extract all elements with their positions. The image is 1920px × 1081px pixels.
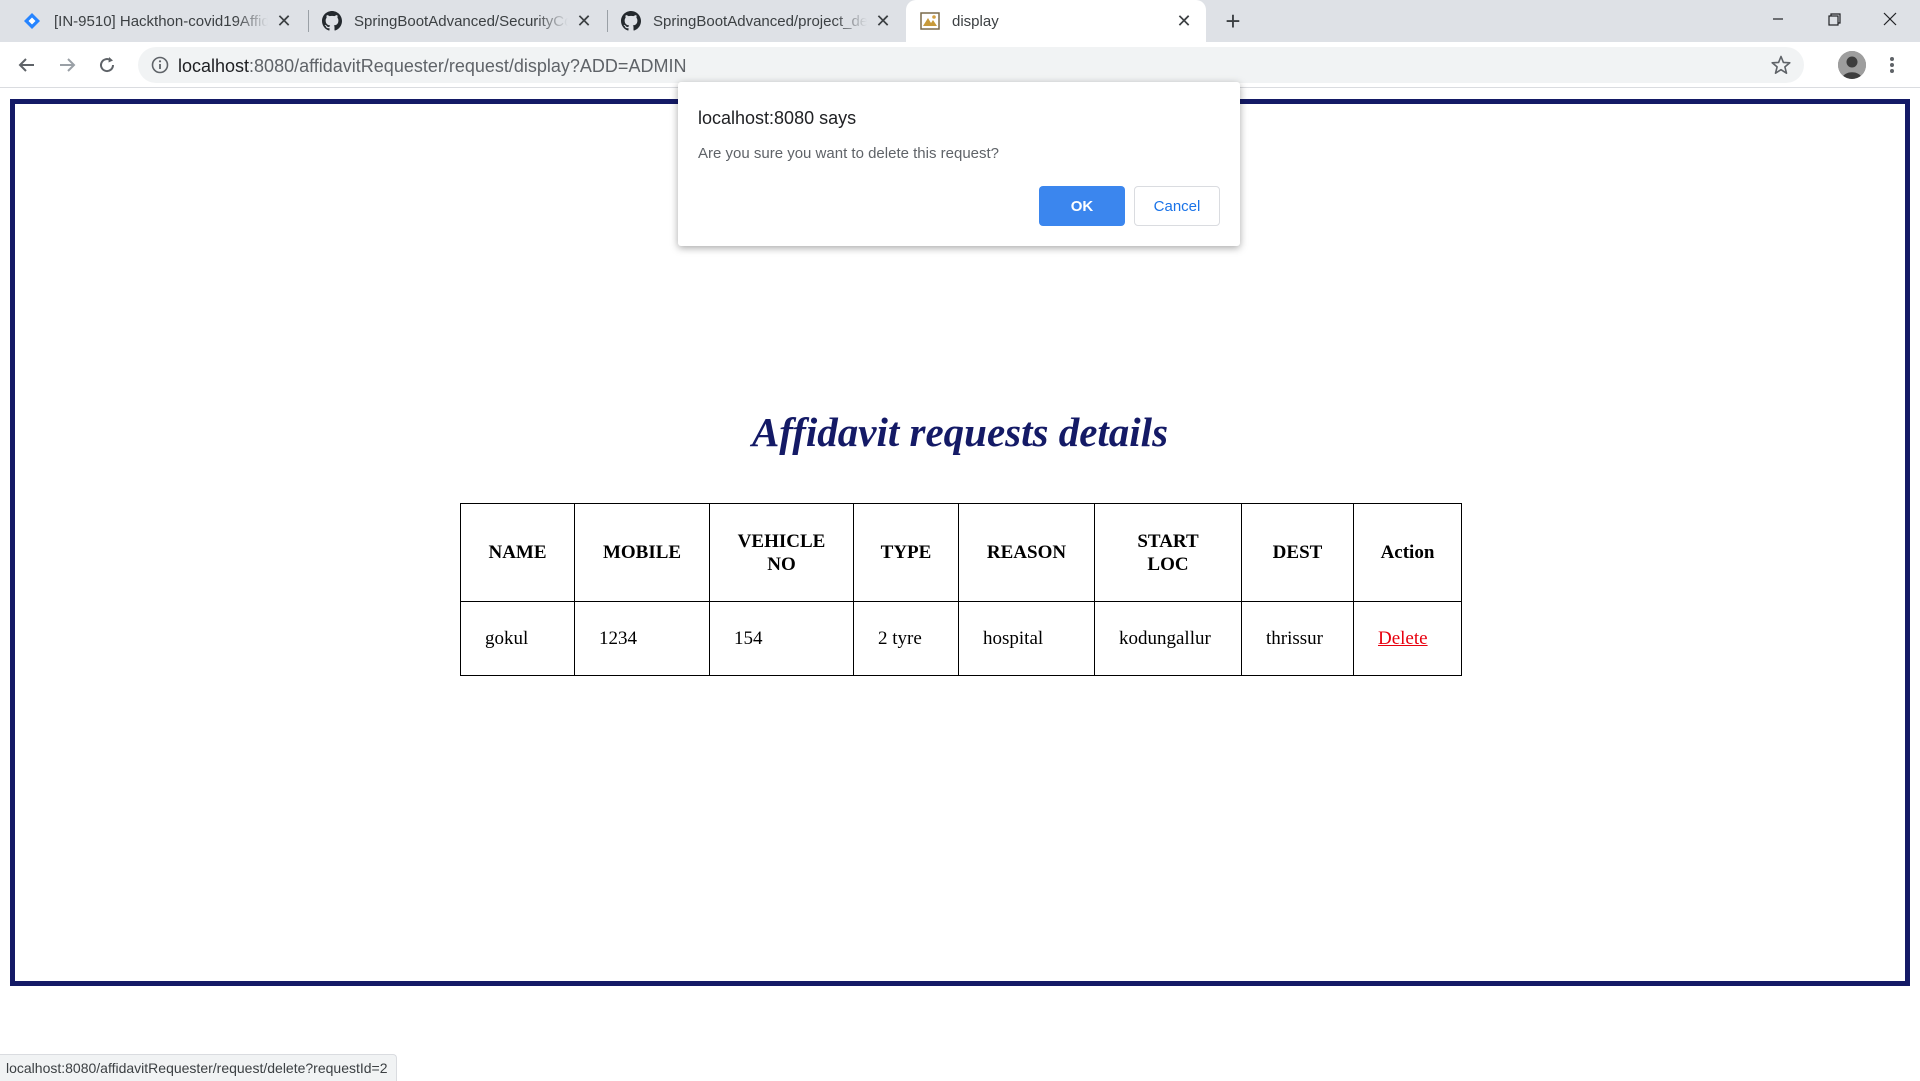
confirm-dialog: localhost:8080 says Are you sure you wan… <box>678 82 1240 246</box>
cancel-button[interactable]: Cancel <box>1134 186 1220 226</box>
page-favicon-icon <box>920 11 940 31</box>
tab-github-security-config[interactable]: SpringBootAdvanced/SecurityConfig ✕ <box>308 0 606 42</box>
close-tab-icon[interactable]: ✕ <box>274 11 294 31</box>
minimize-window-button[interactable] <box>1750 0 1806 38</box>
dialog-message: Are you sure you want to delete this req… <box>698 145 1000 162</box>
ok-button[interactable]: OK <box>1039 186 1125 226</box>
tab-title: display <box>952 12 999 30</box>
more-vertical-icon <box>1890 57 1894 73</box>
tab-display[interactable]: display ✕ <box>906 0 1206 42</box>
cell-vehicle-no: 154 <box>709 601 854 676</box>
url-host: localhost <box>178 56 250 76</box>
restore-window-button[interactable] <box>1806 0 1862 38</box>
profile-avatar[interactable] <box>1838 51 1866 79</box>
url-text: localhost:8080/affidavitRequester/reques… <box>178 56 686 77</box>
table-header-row: NAME MOBILE VEHICLE NO TYPE REASON START… <box>460 503 1462 602</box>
table-row: gokul 1234 154 2 tyre hospital kodungall… <box>460 601 1462 676</box>
browser-menu-button[interactable] <box>1878 51 1906 79</box>
cell-reason: hospital <box>958 601 1095 676</box>
column-header-start-loc: START LOC <box>1094 503 1242 602</box>
github-icon <box>322 11 342 31</box>
back-arrow-icon <box>18 58 34 72</box>
column-header-dest: DEST <box>1241 503 1354 602</box>
close-tab-icon[interactable]: ✕ <box>1174 11 1194 31</box>
cell-action: Delete <box>1353 601 1462 676</box>
user-avatar-icon <box>1838 51 1866 79</box>
cell-mobile: 1234 <box>574 601 710 676</box>
address-bar[interactable]: localhost:8080/affidavitRequester/reques… <box>138 47 1804 83</box>
close-window-button[interactable] <box>1862 0 1918 38</box>
browser-tab-strip: [IN-9510] Hackthon-covid19Affidavit ✕ Sp… <box>0 0 1920 42</box>
dialog-title: localhost:8080 says <box>698 108 857 128</box>
tab-github-project-details[interactable]: SpringBootAdvanced/project_details ✕ <box>607 0 905 42</box>
reload-icon <box>100 57 115 73</box>
close-tab-icon[interactable]: ✕ <box>574 11 594 31</box>
tab-jira-ticket[interactable]: [IN-9510] Hackthon-covid19Affidavit ✕ <box>0 0 306 42</box>
url-path: :8080/affidavitRequester/request/display… <box>249 56 687 76</box>
bookmark-star-icon[interactable] <box>1770 54 1792 76</box>
delete-link[interactable]: Delete <box>1378 628 1428 649</box>
cell-dest: thrissur <box>1241 601 1354 676</box>
link-status-bubble: localhost:8080/affidavitRequester/reques… <box>0 1054 397 1081</box>
column-header-name: NAME <box>460 503 575 602</box>
forward-button[interactable] <box>50 48 84 82</box>
cell-start-loc: kodungallur <box>1094 601 1242 676</box>
reload-button[interactable] <box>90 48 124 82</box>
tab-title: [IN-9510] Hackthon-covid19Affidavit <box>54 12 268 30</box>
forward-arrow-icon <box>60 58 76 72</box>
tab-title: SpringBootAdvanced/project_details <box>653 12 867 30</box>
requests-table: NAME MOBILE VEHICLE NO TYPE REASON START… <box>460 503 1462 676</box>
column-header-mobile: MOBILE <box>574 503 710 602</box>
page-heading: Affidavit requests details <box>751 409 1169 455</box>
jira-diamond-icon <box>22 11 42 31</box>
close-tab-icon[interactable]: ✕ <box>873 11 893 31</box>
cell-type: 2 tyre <box>853 601 959 676</box>
column-header-type: TYPE <box>853 503 959 602</box>
back-button[interactable] <box>10 48 44 82</box>
github-icon <box>621 11 641 31</box>
tab-title: SpringBootAdvanced/SecurityConfig <box>354 12 568 30</box>
site-info-icon[interactable] <box>150 55 170 75</box>
column-header-action: Action <box>1353 503 1462 602</box>
column-header-reason: REASON <box>958 503 1095 602</box>
new-tab-button[interactable]: + <box>1218 6 1248 36</box>
cell-name: gokul <box>460 601 575 676</box>
column-header-vehicle-no: VEHICLE NO <box>709 503 854 602</box>
